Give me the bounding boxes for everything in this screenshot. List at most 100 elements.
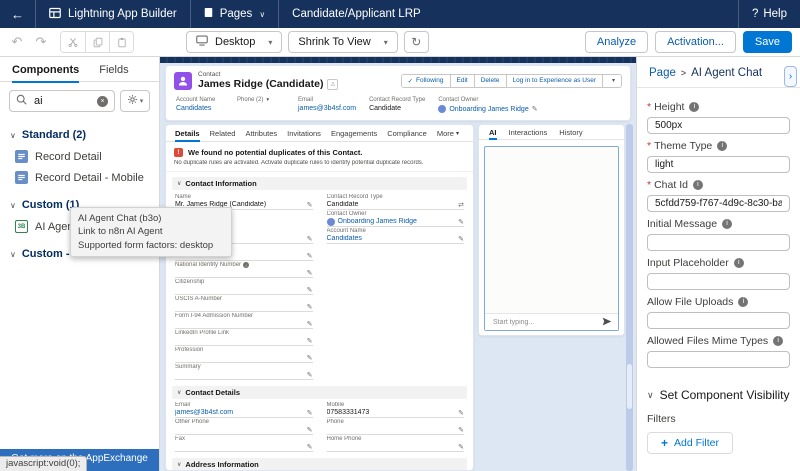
- info-icon[interactable]: [717, 141, 727, 151]
- app-title: Lightning App Builder: [68, 8, 177, 20]
- ai-agent-chat-component[interactable]: AI Interactions History: [478, 124, 625, 336]
- edit-pencil-icon[interactable]: [307, 201, 313, 209]
- add-filter-button[interactable]: + Add Filter: [647, 432, 733, 454]
- record-tab[interactable]: Related: [210, 125, 236, 142]
- device-selector[interactable]: Desktop ▾: [186, 31, 282, 53]
- chevron-down-icon: ∨: [647, 390, 654, 401]
- edit-pencil-icon[interactable]: [458, 218, 464, 226]
- ai-panel-tab[interactable]: History: [559, 125, 582, 140]
- edit-pencil-icon[interactable]: [307, 371, 313, 379]
- info-icon[interactable]: [734, 258, 744, 268]
- sidebar-tab[interactable]: Fields: [99, 57, 128, 82]
- highlight-value: Onboarding James Ridge: [449, 106, 528, 113]
- page-canvas[interactable]: Contact James Ridge (Candidate) △ Follow…: [160, 57, 636, 471]
- record-highlights-card[interactable]: Contact James Ridge (Candidate) △ Follow…: [165, 65, 631, 121]
- ai-panel-tab[interactable]: AI: [489, 125, 497, 140]
- back-button[interactable]: ←: [0, 0, 36, 28]
- pages-menu[interactable]: Pages ∨: [191, 0, 279, 28]
- sidebar-tab[interactable]: Components: [12, 57, 79, 82]
- info-icon[interactable]: [722, 219, 732, 229]
- record-tab[interactable]: Compliance: [387, 125, 427, 142]
- send-icon[interactable]: [602, 313, 612, 331]
- edit-pencil-icon[interactable]: [458, 409, 464, 417]
- edit-pencil-icon[interactable]: [307, 303, 313, 311]
- section-standard[interactable]: ∨ Standard (2): [0, 118, 159, 146]
- record-tab[interactable]: More: [437, 125, 459, 142]
- refresh-button[interactable]: ↻: [404, 31, 429, 53]
- analyze-button[interactable]: Analyze: [585, 31, 648, 53]
- redo-icon[interactable]: ↷: [32, 32, 50, 52]
- inspector-field-input[interactable]: [647, 156, 790, 173]
- chevron-down-icon: ∨: [177, 389, 181, 396]
- chevron-down-icon: [456, 130, 459, 137]
- scrollbar-thumb[interactable]: [627, 364, 632, 409]
- avatar: [327, 218, 335, 226]
- section-contact-information[interactable]: ∨ Contact Information: [172, 177, 467, 190]
- edit-pencil-icon[interactable]: [458, 426, 464, 434]
- section-address-information[interactable]: ∨ Address Information: [172, 458, 467, 471]
- record-action-button[interactable]: Log in to Experience as User: [506, 75, 602, 87]
- record-action-button[interactable]: Edit: [450, 75, 474, 87]
- edit-pencil-icon[interactable]: [458, 235, 464, 243]
- highlight-field: Phone (2): [237, 97, 285, 113]
- inspector-field-input[interactable]: [647, 273, 790, 290]
- component-list-item[interactable]: Record Detail: [0, 146, 159, 167]
- tooltip-line: Supported form factors: desktop: [78, 239, 224, 252]
- copy-icon[interactable]: [85, 32, 109, 52]
- component-settings-button[interactable]: ▾: [120, 90, 150, 112]
- edit-pencil-icon[interactable]: [307, 337, 313, 345]
- inspector-field-input[interactable]: [647, 234, 790, 251]
- record-tab[interactable]: Invitations: [287, 125, 321, 142]
- cut-icon[interactable]: [61, 32, 85, 52]
- inspector-field-input[interactable]: [647, 195, 790, 212]
- record-action-button[interactable]: Delete: [474, 75, 506, 87]
- record-action-button[interactable]: [602, 75, 621, 87]
- search-input[interactable]: [32, 94, 92, 108]
- activation-button[interactable]: Activation...: [655, 31, 736, 53]
- edit-pencil-icon[interactable]: [458, 443, 464, 451]
- info-icon[interactable]: [689, 102, 699, 112]
- edit-pencil-icon[interactable]: [307, 354, 313, 362]
- inspector-field-input[interactable]: [647, 351, 790, 368]
- edit-pencil-icon[interactable]: [307, 235, 313, 243]
- section-contact-details[interactable]: ∨ Contact Details: [172, 386, 467, 399]
- edit-pencil-icon[interactable]: [307, 443, 313, 451]
- component-list-item[interactable]: Record Detail - Mobile: [0, 167, 159, 188]
- change-record-type-icon[interactable]: ⇄: [458, 201, 464, 209]
- edit-pencil-icon[interactable]: [307, 426, 313, 434]
- save-button[interactable]: Save: [743, 31, 792, 53]
- edit-pencil-icon[interactable]: [307, 409, 313, 417]
- record-tab[interactable]: Attributes: [245, 125, 277, 142]
- info-icon[interactable]: [693, 180, 703, 190]
- clear-search-icon[interactable]: ×: [97, 96, 108, 107]
- undo-icon[interactable]: ↶: [8, 32, 26, 52]
- chat-input[interactable]: [491, 318, 598, 327]
- field-label: Summary: [175, 364, 201, 370]
- inspector-field-label: Initial Message: [647, 218, 717, 230]
- canvas-scrollbar[interactable]: [626, 124, 633, 471]
- inspector-field-input[interactable]: [647, 117, 790, 134]
- inspector-field-input[interactable]: [647, 312, 790, 329]
- set-component-visibility-header[interactable]: ∨ Set Component Visibility: [647, 388, 790, 402]
- info-icon[interactable]: [738, 297, 748, 307]
- help-button[interactable]: ? Help: [738, 0, 800, 28]
- record-tab[interactable]: Engagements: [331, 125, 377, 142]
- info-icon[interactable]: [773, 336, 783, 346]
- view-mode-selector[interactable]: Shrink To View ▾: [288, 31, 397, 53]
- chevron-down-icon[interactable]: [266, 97, 269, 103]
- hierarchy-icon-button[interactable]: △: [327, 79, 338, 90]
- info-right-column: Contact Record Type Candidate ⇄ Contact …: [327, 194, 465, 381]
- paste-icon[interactable]: [109, 32, 133, 52]
- edit-pencil-icon[interactable]: [307, 320, 313, 328]
- ai-panel-tab[interactable]: Interactions: [509, 125, 548, 140]
- record-action-button[interactable]: Following: [402, 75, 450, 87]
- breadcrumb-page-link[interactable]: Page: [649, 67, 676, 79]
- edit-pencil-icon[interactable]: [307, 269, 313, 277]
- help-icon: ?: [752, 8, 758, 20]
- edit-pencil-icon[interactable]: [532, 105, 538, 113]
- edit-pencil-icon[interactable]: [307, 286, 313, 294]
- collapse-panel-button[interactable]: ›: [784, 66, 797, 87]
- edit-pencil-icon[interactable]: [307, 252, 313, 260]
- record-detail-card[interactable]: Details Related Attributes Invit: [165, 124, 474, 471]
- record-tab[interactable]: Details: [175, 125, 200, 142]
